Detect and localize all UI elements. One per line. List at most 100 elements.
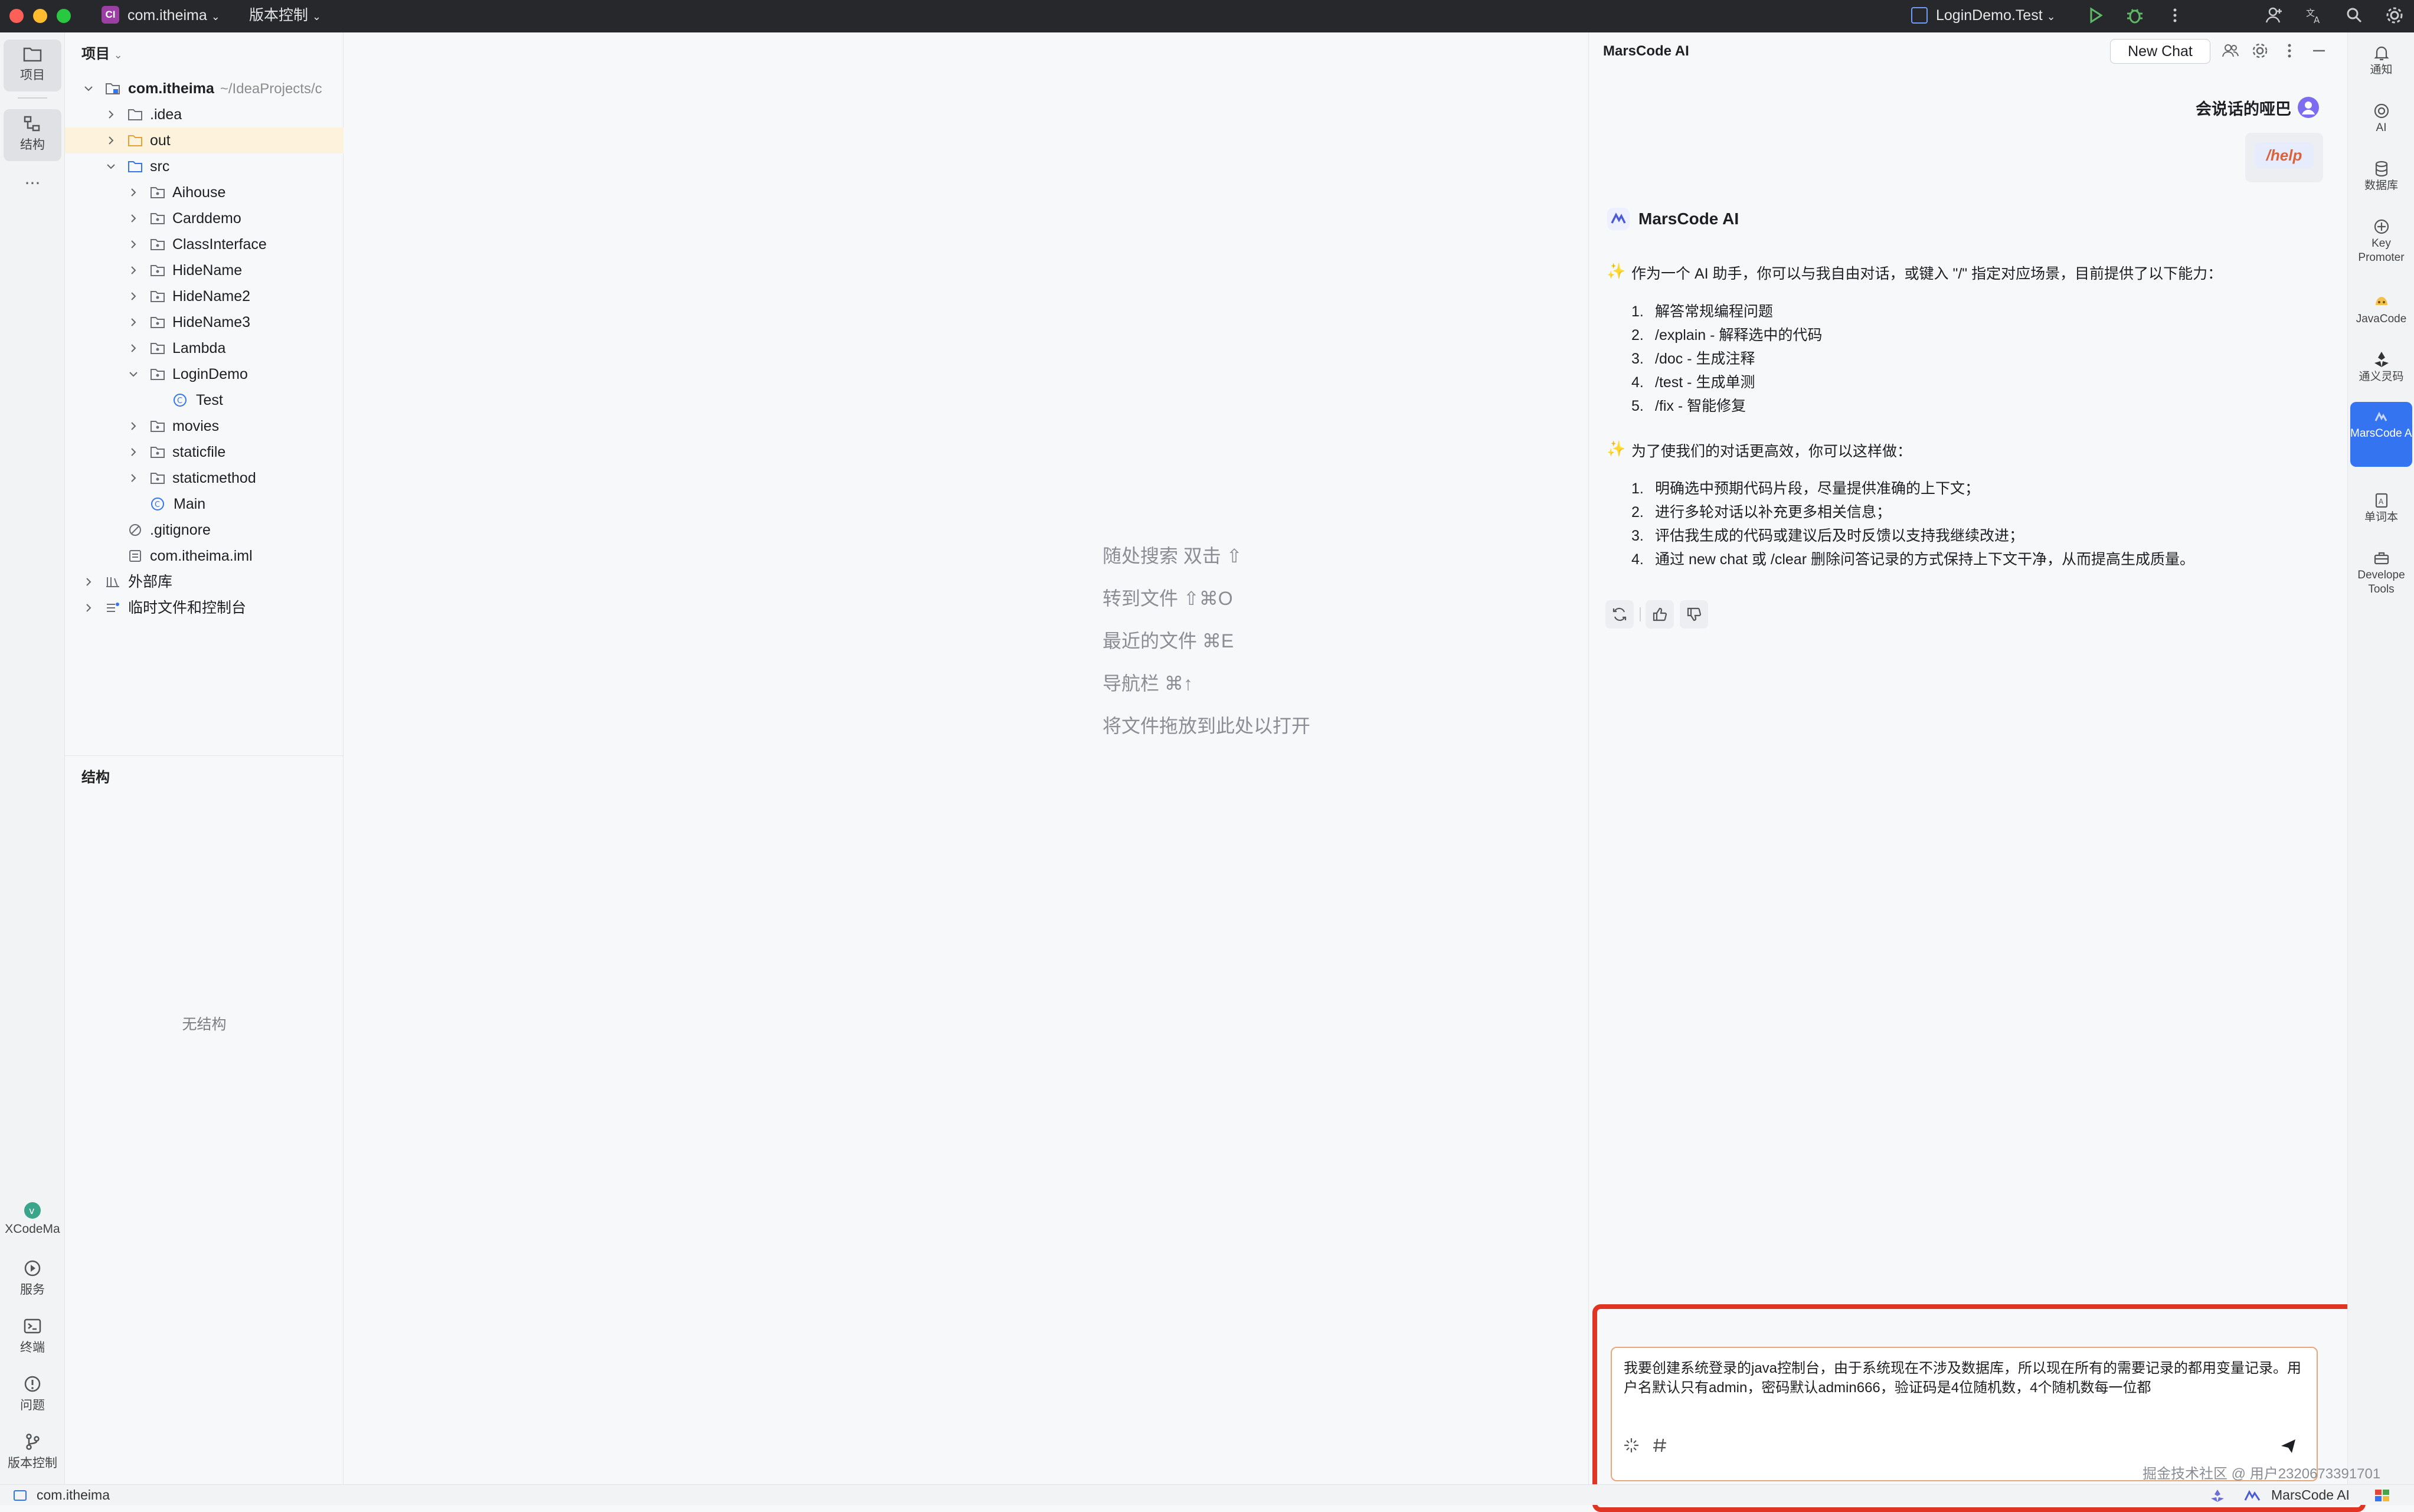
tree-label: ClassInterface (172, 236, 267, 253)
tool-terminal-button[interactable]: 终端 (4, 1311, 61, 1363)
search-icon[interactable] (2344, 5, 2364, 25)
tree-row-package[interactable]: HideName2 (65, 283, 344, 309)
tree-row-class[interactable]: C Test (65, 387, 344, 413)
tree-row-idea[interactable]: .idea (65, 102, 344, 127)
package-icon (151, 421, 165, 432)
tool-project-label: 项目 (20, 68, 45, 82)
vcs-menu[interactable]: 版本控制 ⌄ (249, 5, 321, 27)
tongyi-status-icon[interactable] (2209, 1488, 2226, 1503)
chevron-down-icon (107, 164, 115, 169)
excluded-folder-icon (128, 135, 142, 146)
tree-root-row[interactable]: com.itheima ~/IdeaProjects/c (65, 76, 344, 102)
zoom-window-button[interactable] (57, 9, 71, 23)
chevron-right-icon (131, 266, 136, 274)
tool-javacode-button[interactable]: JavaCode (2350, 286, 2412, 326)
tool-problems-button[interactable]: 问题 (4, 1369, 61, 1421)
status-marscode-label[interactable]: MarsCode AI (2271, 1485, 2350, 1505)
more-actions-icon[interactable] (2165, 5, 2185, 25)
tool-ai-button[interactable]: AI (2350, 96, 2412, 135)
account-icon[interactable] (2264, 5, 2284, 25)
run-icon[interactable] (2085, 5, 2105, 25)
tree-row-package[interactable]: HideName3 (65, 309, 344, 335)
chevron-down-icon: ⌄ (2046, 11, 2056, 22)
tool-devtools-button[interactable]: Develope Tools (2350, 544, 2412, 597)
tool-vcs-button[interactable]: 版本控制 (4, 1426, 61, 1478)
problems-icon (24, 1376, 41, 1392)
new-chat-button[interactable]: New Chat (2110, 39, 2210, 64)
tree-row-file[interactable]: com.itheima.iml (65, 543, 344, 569)
tree-row-package[interactable]: Aihouse (65, 179, 344, 205)
chevron-right-icon (131, 474, 136, 482)
tool-javacode-label: JavaCode (2356, 313, 2407, 325)
tree-label: staticfile (172, 444, 226, 460)
minimize-window-button[interactable] (33, 9, 47, 23)
tree-row-package[interactable]: staticmethod (65, 465, 344, 491)
tool-database-button[interactable]: 数据库 (2350, 154, 2412, 193)
tool-tongyi-label: 通义灵码 (2359, 371, 2404, 383)
tree-row-file[interactable]: .gitignore (65, 517, 344, 543)
tree-row-class[interactable]: C Main (65, 491, 344, 517)
tip-text: 通过 new chat 或 /clear 删除问答记录的方式保持上下文干净，从而… (1655, 551, 2194, 568)
tree-row-package[interactable]: Lambda (65, 335, 344, 361)
tool-tongyi-button[interactable]: 通义灵码 (2350, 344, 2412, 384)
tree-row-package[interactable]: movies (65, 413, 344, 439)
status-grid-icon[interactable] (2374, 1488, 2390, 1503)
ai-settings-gear-icon[interactable] (2250, 41, 2270, 61)
project-switcher[interactable]: com.itheima ⌄ (127, 5, 220, 27)
tool-notifications-button[interactable]: 通知 (2350, 38, 2412, 77)
tool-project-button[interactable]: 项目 (4, 40, 61, 91)
tool-marscode-button[interactable]: MarsCode AI (2350, 402, 2412, 467)
tool-xcodemap-button[interactable]: v XCodeMa (0, 1195, 65, 1247)
editor-hint-drop-files: 将文件拖放到此处以打开 (1103, 715, 1311, 737)
project-panel-header[interactable]: 项目 ⌄ (81, 42, 123, 63)
ai-icon (2374, 103, 2389, 119)
debug-icon[interactable] (2125, 5, 2145, 25)
status-project-name[interactable]: com.itheima (37, 1485, 110, 1505)
package-icon (151, 473, 165, 484)
tree-row-package[interactable]: staticfile (65, 439, 344, 465)
tool-wordbook-button[interactable]: A 单词本 (2350, 486, 2412, 525)
ai-more-icon[interactable] (2279, 41, 2299, 61)
library-icon (106, 577, 119, 587)
database-icon (2375, 161, 2387, 177)
tree-label: HideName (172, 262, 243, 279)
package-icon (151, 265, 165, 276)
user-name: 会说话的哑巴 (2196, 100, 2291, 118)
run-config-selector[interactable]: LoginDemo.Test ⌄ (1936, 5, 2056, 27)
capability-text: 解答常规编程问题 (1655, 303, 1774, 320)
tree-label: movies (172, 418, 220, 434)
capability-text: /explain - 解释选中的代码 (1655, 327, 1823, 343)
tool-services-button[interactable]: 服务 (4, 1253, 61, 1305)
feedback-divider (1640, 607, 1641, 621)
close-window-button[interactable] (9, 9, 24, 23)
marscode-icon (2374, 411, 2387, 421)
editor-empty-area[interactable]: 随处搜索 双击 ⇧ 转到文件 ⇧⌘O 最近的文件 ⌘E 导航栏 ⌘↑ 将文件拖放… (344, 32, 1588, 1484)
regenerate-button[interactable] (1605, 600, 1634, 629)
chevron-right-icon (131, 214, 136, 222)
thumbs-down-button[interactable] (1680, 600, 1708, 629)
tree-row-package[interactable]: ClassInterface (65, 231, 344, 257)
tree-row-package[interactable]: Carddemo (65, 205, 344, 231)
translate-icon[interactable]: 文A (2304, 5, 2324, 25)
tool-key-promoter-button[interactable]: Key Promoter (2350, 212, 2412, 265)
team-icon[interactable] (2220, 41, 2240, 61)
thumbs-up-button[interactable] (1646, 600, 1674, 629)
tree-row-package[interactable]: LoginDemo (65, 361, 344, 387)
tip-item: 2. 进行多轮对话以补充更多相关信息； (1631, 504, 1892, 521)
java-class-icon: C (151, 498, 164, 510)
thumbs-down-icon (1687, 607, 1702, 621)
settings-gear-icon[interactable] (2384, 5, 2405, 25)
tool-structure-button[interactable]: 结构 (4, 109, 61, 161)
tree-row-scratches[interactable]: 临时文件和控制台 (65, 595, 344, 621)
more-tools-button[interactable]: ... (12, 167, 53, 189)
tool-ai-label: AI (2376, 122, 2387, 134)
tree-row-package[interactable]: HideName (65, 257, 344, 283)
tree-row-src[interactable]: src (65, 153, 344, 179)
tree-row-out[interactable]: out (65, 127, 344, 153)
minimize-panel-icon[interactable] (2309, 41, 2329, 61)
tip-item: 3. 评估我生成的代码或建议后及时反馈以支持我继续改进； (1631, 528, 2024, 544)
tree-row-libraries[interactable]: 外部库 (65, 569, 344, 595)
tree-label: com.itheima.iml (150, 548, 253, 564)
chevron-down-icon (84, 86, 93, 91)
tool-devtools-label: Develope Tools (2357, 569, 2405, 595)
